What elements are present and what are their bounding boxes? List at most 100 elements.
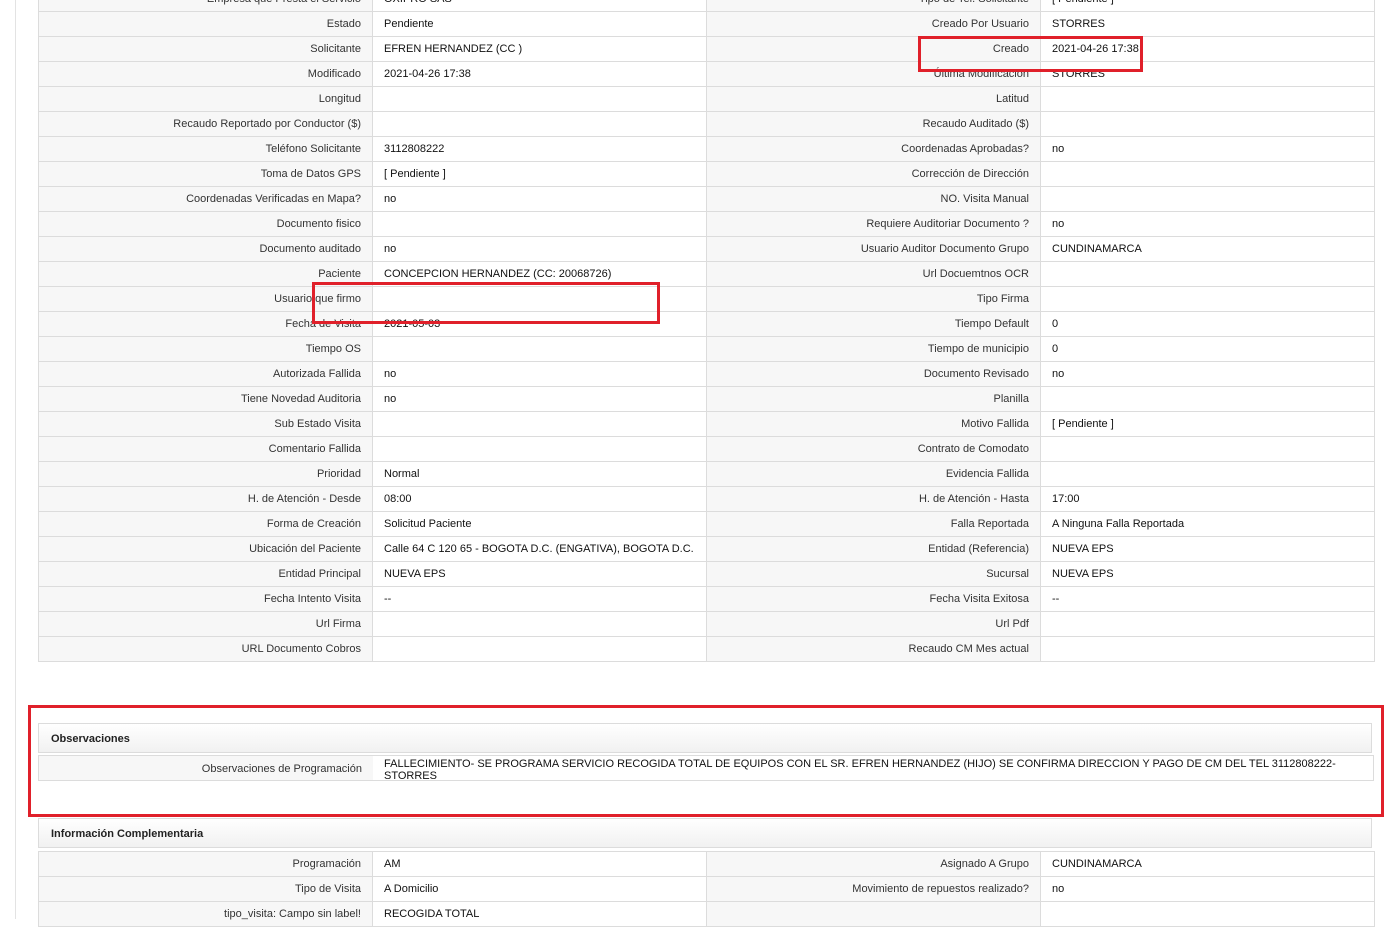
field-label-estado: Estado: [38, 11, 373, 37]
field-value-evidencia-fallida: [1040, 461, 1375, 487]
field-value-correccion-de-direccion: [1040, 161, 1375, 187]
field-value-requiere-auditoriar-documento: no: [1040, 211, 1375, 237]
field-value-tiempo-de-municipio: 0: [1040, 336, 1375, 362]
field-label-h-de-atencion-desde: H. de Atención - Desde: [38, 486, 373, 512]
field-label-planilla: Planilla: [706, 386, 1041, 412]
field-value-latitud: [1040, 86, 1375, 112]
field-value-movimiento-de-repuestos-realizado: no: [1040, 876, 1375, 902]
field-label-no-visita-manual: NO. Visita Manual: [706, 186, 1041, 212]
field-label-empty: [706, 901, 1041, 927]
observaciones-row: Observaciones de Programación FALLECIMIE…: [38, 755, 1374, 782]
table-row: Fecha Intento Visita -- Fecha Visita Exit…: [38, 586, 1375, 612]
field-value-programacion: AM: [372, 851, 707, 877]
field-label-telefono-solicitante: Teléfono Solicitante: [38, 136, 373, 162]
field-label-solicitante: Solicitante: [38, 36, 373, 62]
field-value-coordenadas-verificadas-en-mapa: no: [372, 186, 707, 212]
field-label-usuario-que-firmo: Usuario que firmo: [38, 286, 373, 312]
field-label-empresa-que-presta-el-servicio: Empresa que Presta el Servicio: [38, 0, 373, 12]
field-value-entidad-principal: NUEVA EPS: [372, 561, 707, 587]
field-value-usuario-que-firmo: [372, 286, 707, 312]
field-value-tipo-firma: [1040, 286, 1375, 312]
field-label-contrato-de-comodato: Contrato de Comodato: [706, 436, 1041, 462]
field-value-documento-revisado: no: [1040, 361, 1375, 387]
table-row: Empresa que Presta el ServicioOXIPRO SAS…: [38, 0, 1375, 12]
field-value-tipo-de-visita: A Domicilio: [372, 876, 707, 902]
table-row: URL Documento Cobros Recaudo CM Mes actua…: [38, 636, 1375, 662]
field-label-motivo-fallida: Motivo Fallida: [706, 411, 1041, 437]
field-value-paciente: CONCEPCION HERNANDEZ (CC: 20068726): [372, 261, 707, 287]
observaciones-value: FALLECIMIENTO- SE PROGRAMA SERVICIO RECO…: [384, 758, 1336, 782]
table-row: Documento auditado no Usuario Auditor Doc…: [38, 236, 1375, 262]
field-value-motivo-fallida: [ Pendiente ]: [1040, 411, 1375, 437]
field-label-evidencia-fallida: Evidencia Fallida: [706, 461, 1041, 487]
field-label-coordenadas-aprobadas: Coordenadas Aprobadas?: [706, 136, 1041, 162]
table-row: Tipo de Visita A Domicilio Movimiento de r…: [38, 876, 1375, 902]
field-label-h-de-atencion-hasta: H. de Atención - Hasta: [706, 486, 1041, 512]
field-value-tipo-de-tel-solicitante: [ Pendiente ]: [1040, 0, 1375, 12]
field-label-recaudo-reportado-por-conductor: Recaudo Reportado por Conductor ($): [38, 111, 373, 137]
field-value-sucursal: NUEVA EPS: [1040, 561, 1375, 587]
table-row: Coordenadas Verificadas en Mapa? no NO. V…: [38, 186, 1375, 212]
field-label-recaudo-cm-mes-actual: Recaudo CM Mes actual: [706, 636, 1041, 662]
field-label-toma-de-datos-gps: Toma de Datos GPS: [38, 161, 373, 187]
field-label-url-documento-cobros: URL Documento Cobros: [38, 636, 373, 662]
field-label-tiempo-os: Tiempo OS: [38, 336, 373, 362]
field-label-fecha-visita-exitosa: Fecha Visita Exitosa: [706, 586, 1041, 612]
field-label-ubicacion-del-paciente: Ubicación del Paciente: [38, 536, 373, 562]
field-label-tipo-de-visita: Tipo de Visita: [38, 876, 373, 902]
field-label-usuario-auditor-documento-grupo: Usuario Auditor Documento Grupo: [706, 236, 1041, 262]
field-label-prioridad: Prioridad: [38, 461, 373, 487]
table-row: Paciente CONCEPCION HERNANDEZ (CC: 200687…: [38, 261, 1375, 287]
field-label-entidad-principal: Entidad Principal: [38, 561, 373, 587]
field-value-h-de-atencion-hasta: 17:00: [1040, 486, 1375, 512]
table-row: tipo_visita: Campo sin label! RECOGIDA TO…: [38, 901, 1375, 927]
table-row: Comentario Fallida Contrato de Comodato: [38, 436, 1375, 462]
field-label-movimiento-de-repuestos-realizado: Movimiento de repuestos realizado?: [706, 876, 1041, 902]
field-value-fecha-visita-exitosa: --: [1040, 586, 1375, 612]
field-value-documento-fisico: [372, 211, 707, 237]
informacion-complementaria-header: Información Complementaria: [38, 818, 1372, 848]
field-value-url-documento-cobros: [372, 636, 707, 662]
field-value-autorizada-fallida: no: [372, 361, 707, 387]
table-row: H. de Atención - Desde 08:00 H. de Atenció…: [38, 486, 1375, 512]
complementaria-table: Programación AM Asignado A Grupo CUNDINAMAR…: [38, 851, 1375, 927]
field-label-url-docuemtnos-ocr: Url Docuemtnos OCR: [706, 261, 1041, 287]
observaciones-section-header: Observaciones: [38, 723, 1372, 753]
table-row: Tiempo OS Tiempo de municipio 0: [38, 336, 1375, 362]
table-row: Tiene Novedad Auditoria no Planilla: [38, 386, 1375, 412]
field-value-no-visita-manual: [1040, 186, 1375, 212]
field-value-sub-estado-visita: [372, 411, 707, 437]
table-row: Prioridad Normal Evidencia Fallida: [38, 461, 1375, 487]
field-label-url-pdf: Url Pdf: [706, 611, 1041, 637]
field-label-programacion: Programación: [38, 851, 373, 877]
table-row: Modificado 2021-04-26 17:38 Última Modific…: [38, 61, 1375, 87]
field-value-comentario-fallida: [372, 436, 707, 462]
field-label-sub-estado-visita: Sub Estado Visita: [38, 411, 373, 437]
table-row: Fecha de Visita 2021-05-03 Tiempo Default…: [38, 311, 1375, 337]
table-row: Autorizada Fallida no Documento Revisado …: [38, 361, 1375, 387]
table-row: Toma de Datos GPS[ Pendiente ] Corrección…: [38, 161, 1375, 187]
field-label-tipo-de-tel-solicitante: Tipo de Tel. Solicitante: [706, 0, 1041, 12]
field-label-comentario-fallida: Comentario Fallida: [38, 436, 373, 462]
field-value-recaudo-auditado: [1040, 111, 1375, 137]
field-value-url-pdf: [1040, 611, 1375, 637]
field-label-entidad-referencia: Entidad (Referencia): [706, 536, 1041, 562]
field-label-requiere-auditoriar-documento: Requiere Auditoriar Documento ?: [706, 211, 1041, 237]
field-label-tipo-visita-campo-sin-label: tipo_visita: Campo sin label!: [38, 901, 373, 927]
field-label-autorizada-fallida: Autorizada Fallida: [38, 361, 373, 387]
field-value-creado: 2021-04-26 17:38: [1040, 36, 1375, 62]
field-value-ultima-modificacion: STORRES: [1040, 61, 1375, 87]
field-value-ubicacion-del-paciente: Calle 64 C 120 65 - BOGOTA D.C. (ENGATIV…: [372, 536, 707, 562]
field-value-creado-por-usuario: STORRES: [1040, 11, 1375, 37]
field-value-solicitante: EFREN HERNANDEZ (CC ): [372, 36, 707, 62]
observaciones-label: Observaciones de Programación: [39, 756, 373, 780]
field-label-tipo-firma: Tipo Firma: [706, 286, 1041, 312]
field-value-contrato-de-comodato: [1040, 436, 1375, 462]
field-label-tiene-novedad-auditoria: Tiene Novedad Auditoria: [38, 386, 373, 412]
table-row: Sub Estado Visita Motivo Fallida[ Pendien…: [38, 411, 1375, 437]
field-value-forma-de-creacion: Solicitud Paciente: [372, 511, 707, 537]
field-label-modificado: Modificado: [38, 61, 373, 87]
field-label-documento-auditado: Documento auditado: [38, 236, 373, 262]
table-row: Entidad Principal NUEVA EPS Sucursal NUEVA …: [38, 561, 1375, 587]
field-value-tiempo-default: 0: [1040, 311, 1375, 337]
